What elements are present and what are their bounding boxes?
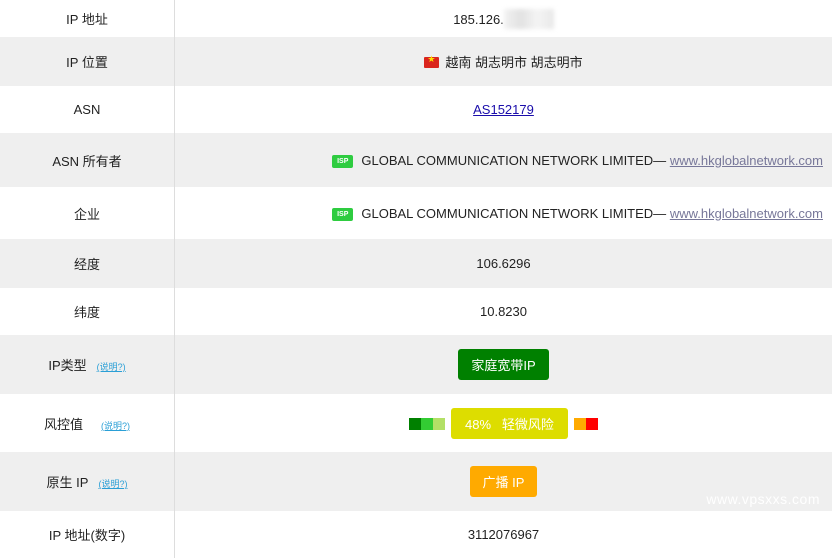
row-asn: ASN AS152179: [0, 86, 832, 133]
watermark: www.vpsxxs.com: [706, 491, 820, 507]
ip-type-label-text: IP类型: [48, 358, 87, 373]
row-longitude: 经度 106.6296: [0, 239, 832, 288]
row-company: 企业 ISP GLOBAL COMMUNICATION NETWORK LIMIT…: [0, 187, 832, 239]
label-ip-numeric: IP 地址(数字): [0, 511, 175, 558]
row-ip-numeric: IP 地址(数字) 3112076967: [0, 511, 832, 558]
label-ip-type: IP类型 (说明?): [0, 335, 175, 394]
label-risk: 风控值 (说明?): [0, 394, 175, 452]
risk-meter-segment-2: [421, 417, 434, 430]
row-ip-address: IP 地址 185.126.: [0, 0, 832, 37]
risk-help-link[interactable]: (说明?): [101, 421, 130, 431]
row-latitude: 纬度 10.8230: [0, 288, 832, 335]
asn-owner-name: GLOBAL COMMUNICATION NETWORK LIMITED—: [361, 152, 667, 168]
ip-info-table: IP 地址 185.126. IP 位置 越南 胡志明市 胡志明市 ASN AS…: [0, 0, 832, 558]
label-ip-location: IP 位置: [0, 37, 175, 86]
risk-meter-segment-5: [585, 417, 598, 430]
company-name: GLOBAL COMMUNICATION NETWORK LIMITED—: [361, 205, 667, 221]
row-ip-location: IP 位置 越南 胡志明市 胡志明市: [0, 37, 832, 86]
value-ip-type: 家庭宽带IP: [174, 335, 832, 394]
risk-level: 轻微风险: [501, 416, 554, 432]
value-company: ISP GLOBAL COMMUNICATION NETWORK LIMITED—…: [175, 187, 832, 239]
risk-meter-segment-3: [433, 417, 446, 430]
label-asn-owner: ASN 所有者: [0, 133, 175, 187]
redacted-blur: [503, 8, 554, 29]
value-ip-numeric: 3112076967: [467, 527, 540, 542]
value-ip-location: 越南 胡志明市 胡志明市: [174, 37, 832, 86]
value-asn: AS152179: [175, 86, 832, 133]
risk-meter-segment-4: [573, 417, 586, 430]
risk-meter-segment-1: [409, 417, 422, 430]
native-ip-help-link[interactable]: (说明?): [98, 479, 127, 489]
label-longitude: 经度: [0, 239, 175, 288]
asn-owner-website-link[interactable]: www.hkglobalnetwork.com: [670, 153, 823, 168]
label-native-ip: 原生 IP (说明?): [0, 452, 175, 511]
company-website-link[interactable]: www.hkglobalnetwork.com: [670, 206, 823, 221]
row-risk: 风控值 (说明?) 48% 轻微风险: [0, 394, 832, 452]
label-company: 企业: [0, 187, 175, 239]
risk-badge: 48% 轻微风险: [451, 407, 568, 439]
value-latitude: 10.8230: [480, 304, 527, 319]
asn-link[interactable]: AS152179: [473, 102, 534, 117]
location-text: 越南 胡志明市 胡志明市: [445, 55, 583, 70]
row-asn-owner: ASN 所有者 ISP GLOBAL COMMUNICATION NETWORK …: [0, 133, 832, 187]
label-latitude: 纬度: [0, 288, 175, 335]
native-ip-label-text: 原生 IP: [46, 475, 89, 490]
value-risk: 48% 轻微风险: [175, 394, 832, 452]
row-ip-type: IP类型 (说明?) 家庭宽带IP: [0, 335, 832, 394]
native-ip-badge: 广播 IP: [469, 466, 538, 497]
ip-address-text: 185.126.: [453, 11, 504, 27]
value-longitude: 106.6296: [174, 239, 832, 288]
vietnam-flag-icon: [424, 54, 440, 68]
ip-type-help-link[interactable]: (说明?): [97, 362, 126, 372]
risk-label-text: 风控值: [43, 416, 83, 432]
risk-percent: 48%: [465, 416, 492, 432]
ip-type-badge: 家庭宽带IP: [458, 349, 549, 380]
value-ip-address: 185.126.: [175, 0, 832, 37]
label-ip-address: IP 地址: [0, 0, 175, 37]
value-asn-owner: ISP GLOBAL COMMUNICATION NETWORK LIMITED—…: [174, 133, 832, 187]
isp-badge: ISP: [332, 207, 354, 221]
isp-badge: ISP: [332, 154, 354, 168]
label-asn: ASN: [0, 86, 175, 133]
